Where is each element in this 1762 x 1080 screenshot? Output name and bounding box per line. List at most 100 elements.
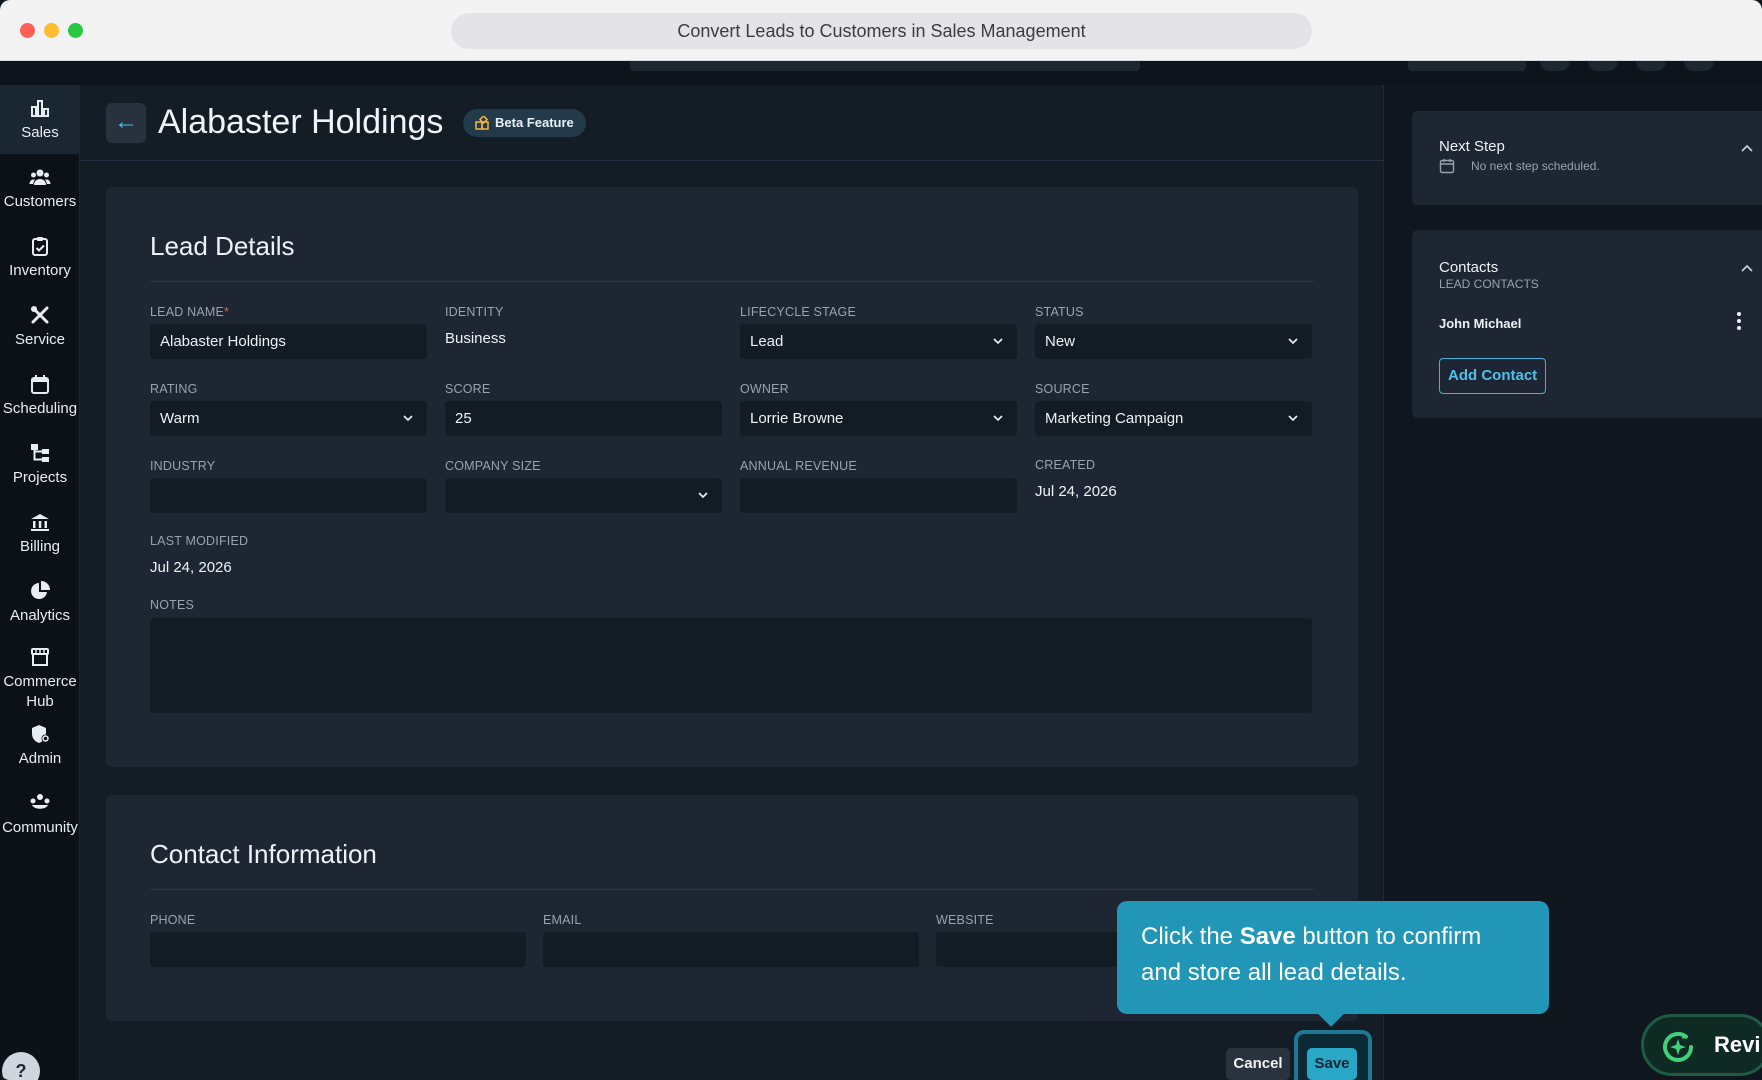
chevron-up-icon[interactable]: [1741, 144, 1753, 152]
sidebar-item-customers[interactable]: Customers: [0, 160, 80, 222]
lifecycle-stage-label: LIFECYCLE STAGE: [740, 305, 856, 319]
sidebar-item-scheduling[interactable]: Scheduling: [0, 367, 80, 429]
lead-name-input[interactable]: Alabaster Holdings: [150, 324, 427, 359]
source-value: Marketing Campaign: [1045, 410, 1184, 427]
sidebar-item-admin[interactable]: Admin: [0, 717, 80, 779]
industry-input[interactable]: [150, 478, 427, 513]
sidebar-item-commerce-hub[interactable]: Commerce Hub: [0, 640, 80, 720]
notes-textarea[interactable]: [150, 618, 1312, 713]
cancel-button[interactable]: Cancel: [1226, 1048, 1290, 1080]
phone-input[interactable]: [150, 932, 526, 967]
industry-label: INDUSTRY: [150, 459, 216, 473]
score-input[interactable]: 25: [445, 401, 722, 436]
search-bar-fragment[interactable]: [630, 61, 1140, 71]
sidebar-item-label: Community: [2, 819, 78, 836]
sidebar-item-label: Projects: [12, 469, 68, 486]
next-step-card: Next Step No next step scheduled.: [1412, 111, 1762, 205]
calendar-icon: [1439, 159, 1455, 174]
bank-icon: [31, 514, 49, 531]
rating-label: RATING: [150, 382, 198, 396]
community-icon: [30, 794, 50, 809]
clipboard-icon: [32, 237, 48, 256]
calendar-icon: [31, 375, 49, 394]
company-size-label: COMPANY SIZE: [445, 459, 541, 473]
lead-name-label-text: LEAD NAME: [150, 305, 225, 319]
app-window: Convert Leads to Customers in Sales Mana…: [0, 0, 1762, 1080]
lifecycle-stage-select[interactable]: Lead: [740, 324, 1017, 359]
topbar-icon-fragment[interactable]: [1636, 61, 1666, 71]
sidebar-item-sales[interactable]: Sales: [0, 85, 80, 154]
required-marker: *: [224, 305, 230, 319]
contacts-subtitle: LEAD CONTACTS: [1439, 277, 1539, 291]
admin-shield-icon: [32, 725, 50, 743]
address-bar[interactable]: Convert Leads to Customers in Sales Mana…: [451, 13, 1312, 49]
status-select[interactable]: New: [1035, 324, 1312, 359]
website-label: WEBSITE: [936, 913, 994, 927]
last-modified-value: Jul 24, 2026: [150, 559, 232, 576]
sidebar-item-service[interactable]: Service: [0, 298, 80, 360]
topbar-button-fragment[interactable]: [1408, 61, 1526, 71]
company-size-select[interactable]: [445, 478, 722, 513]
minimize-window-button[interactable]: [44, 23, 59, 38]
chevron-down-icon: [698, 492, 708, 499]
storefront-icon: [31, 648, 49, 666]
hierarchy-icon: [31, 444, 49, 462]
sparkle-refresh-icon: [1663, 1031, 1693, 1062]
topbar-icon-fragment[interactable]: [1540, 61, 1570, 71]
chevron-down-icon: [1288, 415, 1298, 422]
contact-name[interactable]: John Michael: [1439, 316, 1521, 331]
sidebar-item-label-line1: Commerce: [3, 673, 77, 690]
save-button[interactable]: Save: [1307, 1048, 1357, 1080]
topbar-icon-fragment[interactable]: [1684, 61, 1714, 71]
annual-revenue-input[interactable]: [740, 478, 1017, 513]
created-value: Jul 24, 2026: [1035, 483, 1117, 500]
notes-label: NOTES: [150, 598, 195, 612]
sidebar-item-label: Billing: [19, 538, 61, 555]
topbar-icon-fragment[interactable]: [1588, 61, 1618, 71]
sidebar-item-label: Inventory: [9, 262, 71, 279]
contact-information-title: Contact Information: [150, 839, 377, 869]
more-options-icon[interactable]: [1737, 312, 1741, 333]
sidebar: Sales Customers Inventory Service Schedu…: [0, 85, 80, 1080]
page-header: ← Alabaster Holdings Beta Feature: [80, 85, 1383, 161]
sidebar-item-community[interactable]: Community: [0, 786, 80, 848]
page-title: Alabaster Holdings: [158, 103, 444, 141]
next-step-text: No next step scheduled.: [1471, 159, 1600, 173]
chevron-down-icon: [1288, 338, 1298, 345]
sidebar-item-label: Scheduling: [2, 400, 78, 417]
chevron-down-icon: [993, 338, 1003, 345]
last-modified-label: LAST MODIFIED: [150, 534, 249, 548]
back-button[interactable]: ←: [106, 103, 146, 143]
sidebar-item-projects[interactable]: Projects: [0, 436, 80, 498]
email-label: EMAIL: [543, 913, 582, 927]
rating-select[interactable]: Warm: [150, 401, 427, 436]
add-contact-button[interactable]: Add Contact: [1439, 358, 1547, 394]
lead-details-title: Lead Details: [150, 231, 295, 261]
tools-icon: [31, 306, 49, 324]
sidebar-item-analytics[interactable]: Analytics: [0, 574, 80, 636]
sidebar-item-billing[interactable]: Billing: [0, 505, 80, 567]
owner-select[interactable]: Lorrie Browne: [740, 401, 1017, 436]
lead-details-card: Lead Details LEAD NAME* Alabaster Holdin…: [106, 187, 1358, 767]
identity-label: IDENTITY: [445, 305, 504, 319]
browser-titlebar: Convert Leads to Customers in Sales Mana…: [0, 0, 1762, 61]
chevron-up-icon[interactable]: [1741, 264, 1753, 272]
owner-value: Lorrie Browne: [750, 410, 844, 427]
close-window-button[interactable]: [20, 23, 35, 38]
section-divider: [150, 281, 1314, 282]
status-label: STATUS: [1035, 305, 1084, 319]
beta-feature-badge: Beta Feature: [463, 109, 586, 137]
arrow-left-icon: ←: [114, 108, 138, 135]
tooltip-text-prefix: Click the: [1141, 923, 1240, 950]
next-step-title: Next Step: [1439, 138, 1505, 155]
sidebar-item-inventory[interactable]: Inventory: [0, 229, 80, 291]
email-input[interactable]: [543, 932, 919, 967]
source-select[interactable]: Marketing Campaign: [1035, 401, 1312, 436]
tutorial-tooltip: Click the Save button to confirm and sto…: [1117, 901, 1549, 1027]
annual-revenue-label: ANNUAL REVENUE: [740, 459, 857, 473]
chevron-down-icon: [403, 415, 413, 422]
rating-value: Warm: [160, 410, 200, 427]
maximize-window-button[interactable]: [68, 23, 83, 38]
status-value: New: [1045, 333, 1076, 350]
review-widget[interactable]: Revi: [1641, 1014, 1762, 1076]
